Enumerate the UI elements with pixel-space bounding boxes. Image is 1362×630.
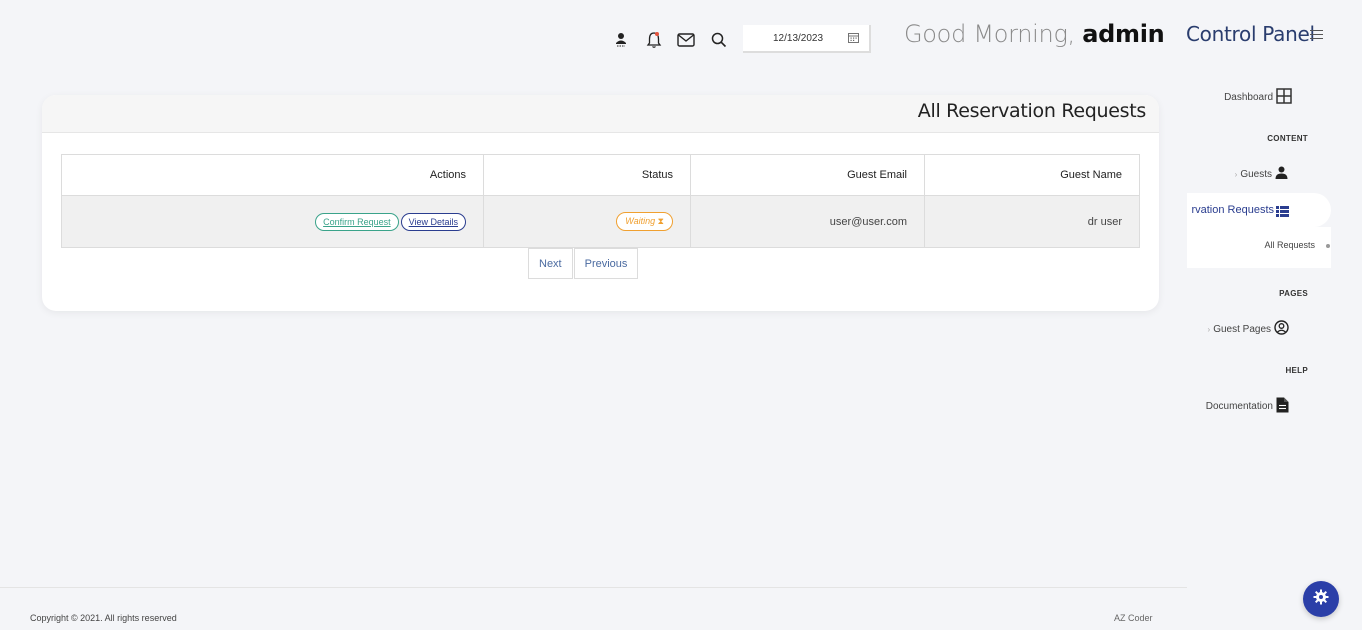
sidebar-item-label: Dashboard <box>1224 92 1273 103</box>
greeting-prefix: Good Morning, <box>904 20 1075 48</box>
user-circle-icon <box>1274 320 1289 338</box>
bullet-icon <box>1326 244 1330 248</box>
grid-icon <box>1276 88 1292 107</box>
footer-divider <box>0 587 1187 588</box>
hamburger-icon[interactable] <box>1310 30 1323 42</box>
column-header-name: Guest Name <box>924 154 1140 196</box>
sidebar-item-reservation-requests[interactable]: rvation Requests <box>1187 193 1331 227</box>
person-icon <box>1275 166 1288 182</box>
date-picker[interactable]: 12/13/2023 <box>743 25 871 53</box>
sidebar-item-guests[interactable]: › Guests <box>1235 166 1288 182</box>
email-cell: user@user.com <box>690 195 925 248</box>
requests-table: Actions Status Guest Email Guest Name Co… <box>61 154 1140 248</box>
search-icon[interactable] <box>709 30 729 50</box>
column-header-status: Status <box>483 154 691 196</box>
calendar-icon[interactable] <box>848 32 859 46</box>
actions-cell: Confirm Request View Details <box>61 195 484 248</box>
gear-icon <box>1313 589 1329 610</box>
status-cell: Waiting ⧗ <box>483 195 691 248</box>
table-header-row: Actions Status Guest Email Guest Name <box>61 154 1140 196</box>
confirm-request-button[interactable]: Confirm Request <box>315 212 399 231</box>
column-header-email: Guest Email <box>690 154 925 196</box>
reservation-requests-card: All Reservation Requests Actions Status … <box>42 95 1159 311</box>
bell-icon[interactable] <box>644 30 664 50</box>
section-content: CONTENT <box>1267 134 1308 143</box>
greeting-user: admin <box>1082 20 1165 48</box>
copyright-text: Copyright © 2021. All rights reserved <box>30 613 177 623</box>
name-cell: dr user <box>924 195 1140 248</box>
sidebar-item-label: rvation Requests <box>1191 204 1274 216</box>
column-header-actions: Actions <box>61 154 484 196</box>
status-badge: Waiting ⧗ <box>616 212 673 231</box>
mail-icon[interactable] <box>676 30 696 50</box>
previous-button[interactable]: Previous <box>573 248 639 279</box>
document-icon <box>1276 397 1289 416</box>
view-details-button[interactable]: View Details <box>400 212 466 231</box>
brand-title[interactable]: Control Panel <box>1186 22 1315 46</box>
sidebar-item-label: Guest Pages <box>1213 323 1271 335</box>
date-value: 12/13/2023 <box>773 33 824 44</box>
greeting: Good Morning, admin <box>904 20 1165 48</box>
next-button[interactable]: Next <box>528 248 573 279</box>
author-credit: AZ Coder <box>1114 613 1153 623</box>
card-header: All Reservation Requests <box>42 95 1159 133</box>
chevron-icon: › <box>1234 169 1238 179</box>
sidebar-item-dashboard[interactable]: Dashboard <box>1224 88 1292 107</box>
table-row: Confirm Request View Details Waiting ⧗ us… <box>61 195 1140 248</box>
sidebar-item-label: Documentation <box>1205 401 1273 412</box>
section-help: HELP <box>1285 366 1308 375</box>
user-icon[interactable] <box>611 30 631 50</box>
list-icon <box>1276 204 1289 222</box>
page-title: All Reservation Requests <box>917 100 1147 122</box>
chevron-icon: › <box>1207 324 1211 334</box>
sidebar-item-documentation[interactable]: Documentation <box>1206 397 1289 416</box>
sidebar-item-label: Guests <box>1240 168 1272 180</box>
section-pages: PAGES <box>1279 289 1308 298</box>
sidebar-subitem-all-requests[interactable]: All Requests <box>1264 240 1315 250</box>
settings-button[interactable] <box>1303 581 1339 617</box>
submenu: All Requests <box>1187 227 1331 268</box>
hourglass-icon: ⧗ <box>657 216 664 226</box>
status-text: Waiting <box>625 216 656 226</box>
pagination: Next Previous <box>528 248 639 279</box>
sidebar-item-guest-pages[interactable]: › Guest Pages <box>1208 320 1289 338</box>
